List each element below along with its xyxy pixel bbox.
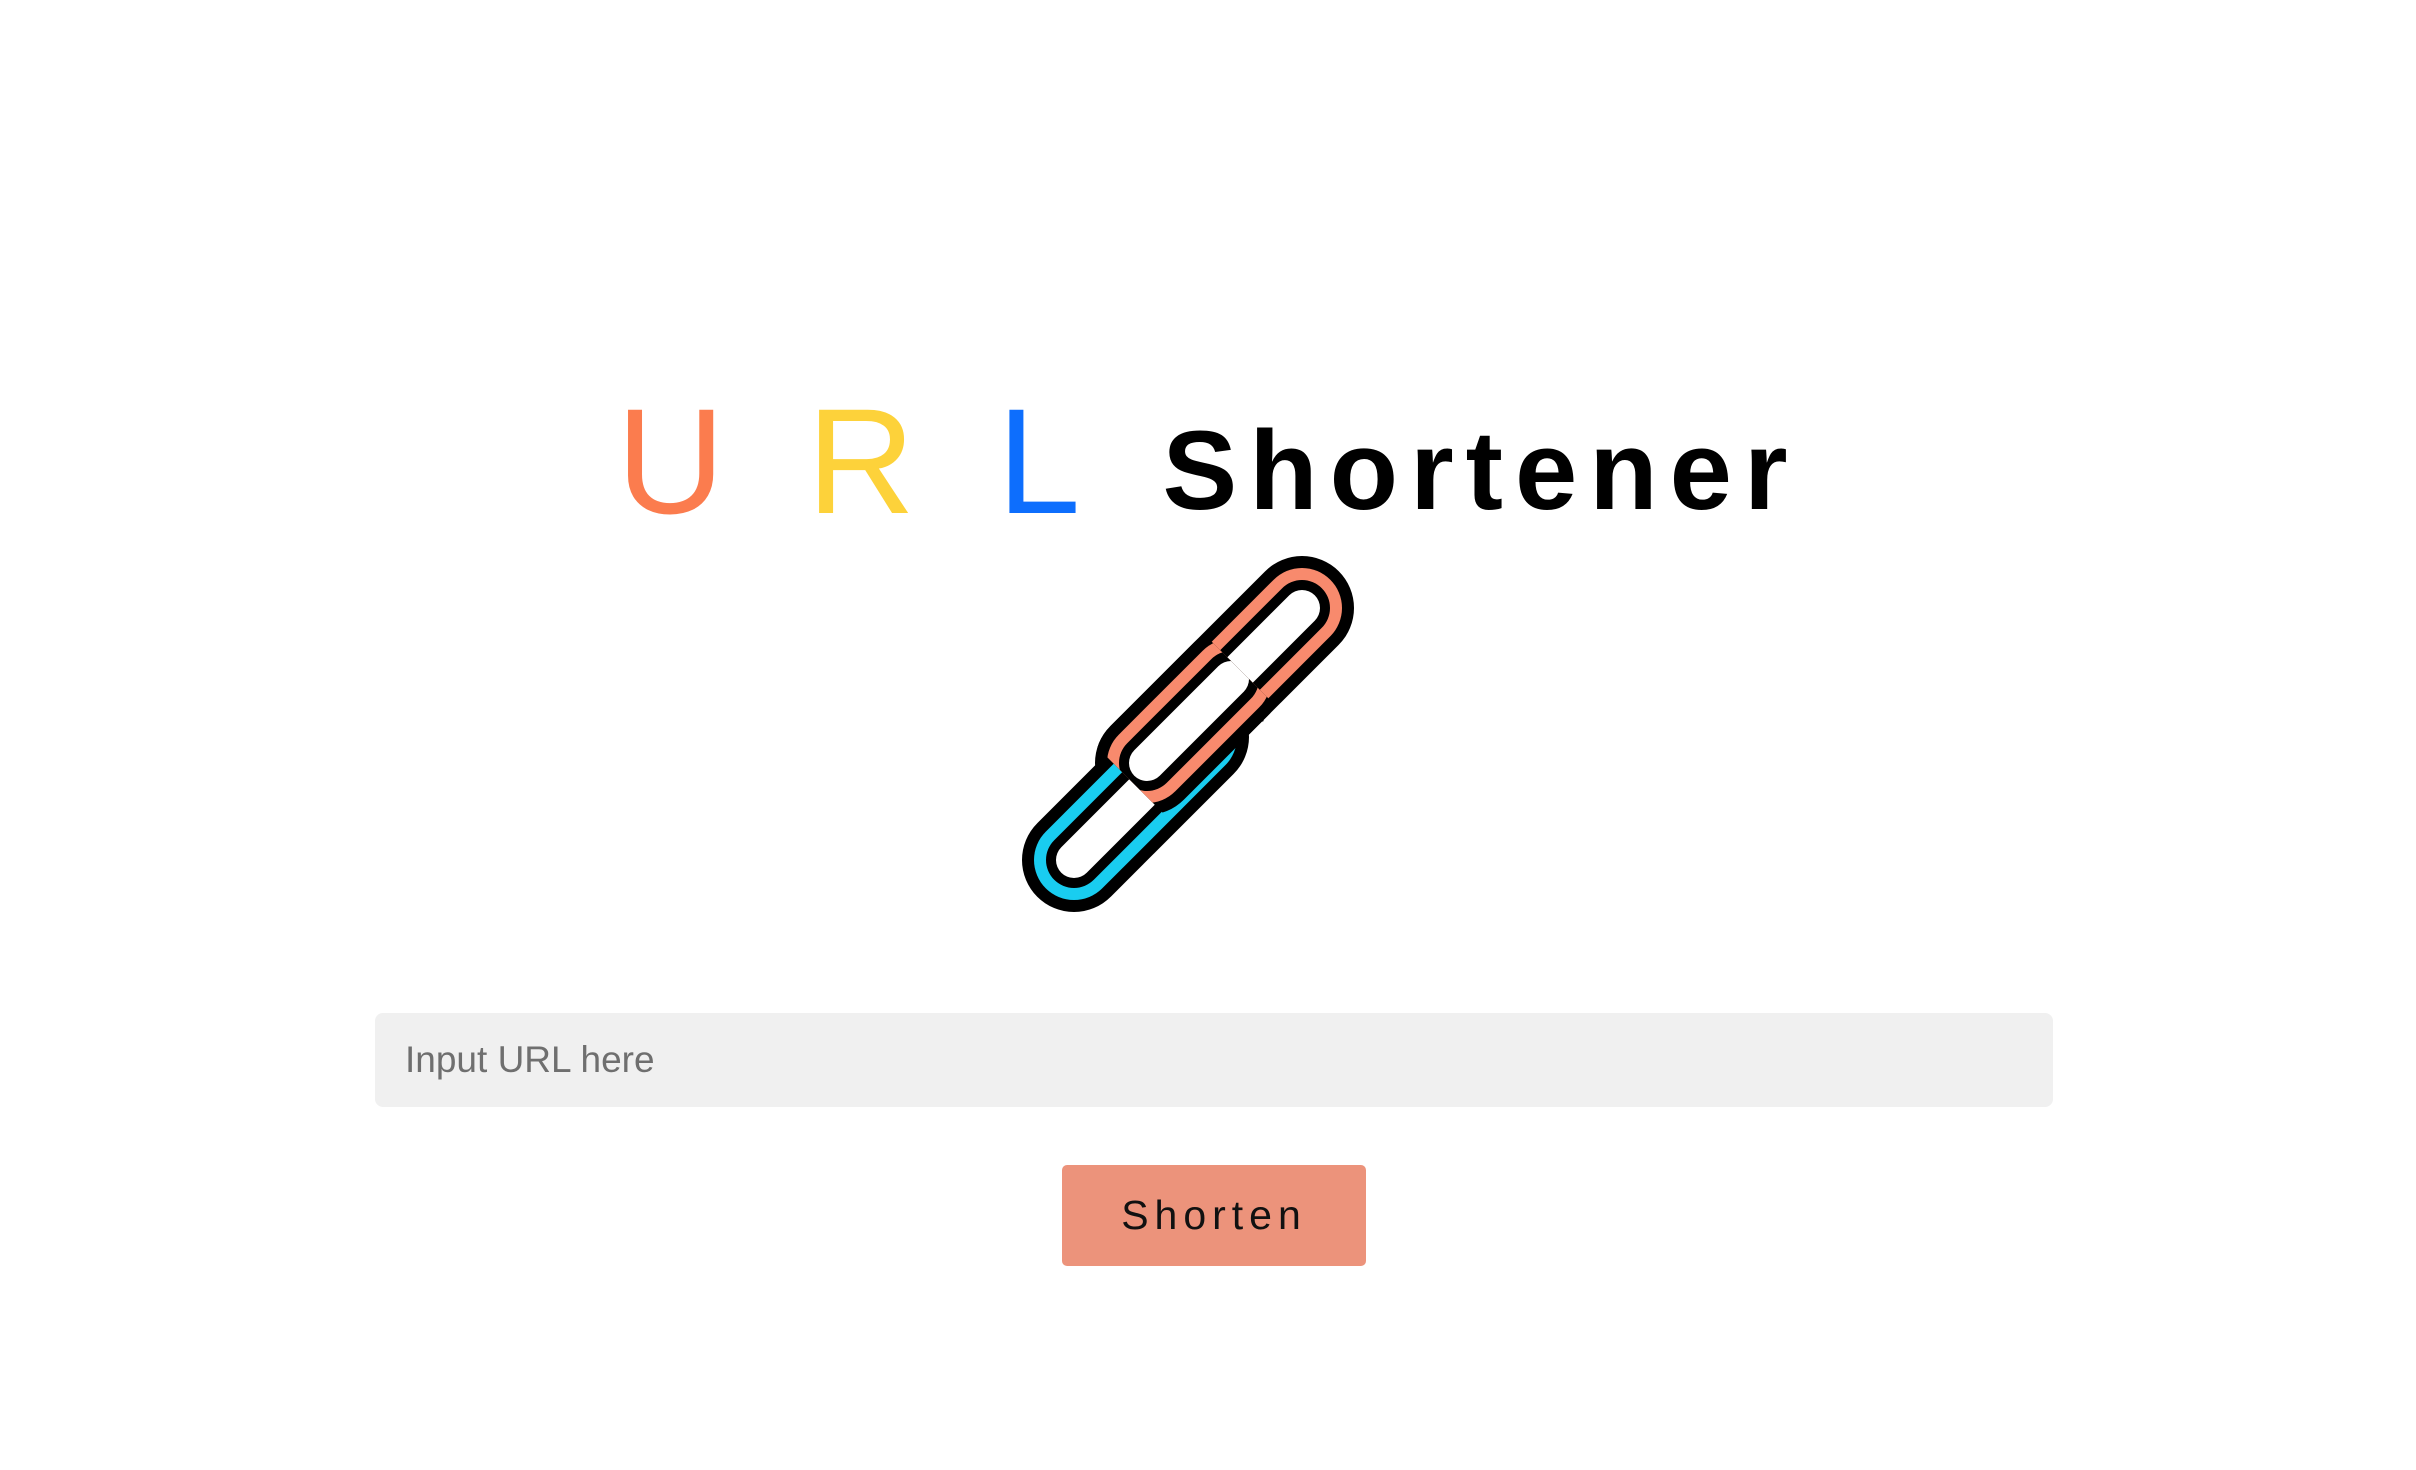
page-title: U R L Shortener	[0, 386, 2416, 546]
page: U R L Shortener Input URL here Shorten	[0, 0, 2416, 1470]
title-letter-r: R	[806, 376, 916, 545]
shorten-button[interactable]: Shorten	[1062, 1165, 1366, 1266]
chain-link-icon	[1022, 556, 1354, 912]
title-letter-l: L	[997, 376, 1081, 545]
top-link-front	[1095, 633, 1283, 815]
title-letter-u: U	[616, 376, 725, 545]
title-word: Shortener	[1162, 407, 1800, 533]
url-input[interactable]	[375, 1013, 2053, 1107]
